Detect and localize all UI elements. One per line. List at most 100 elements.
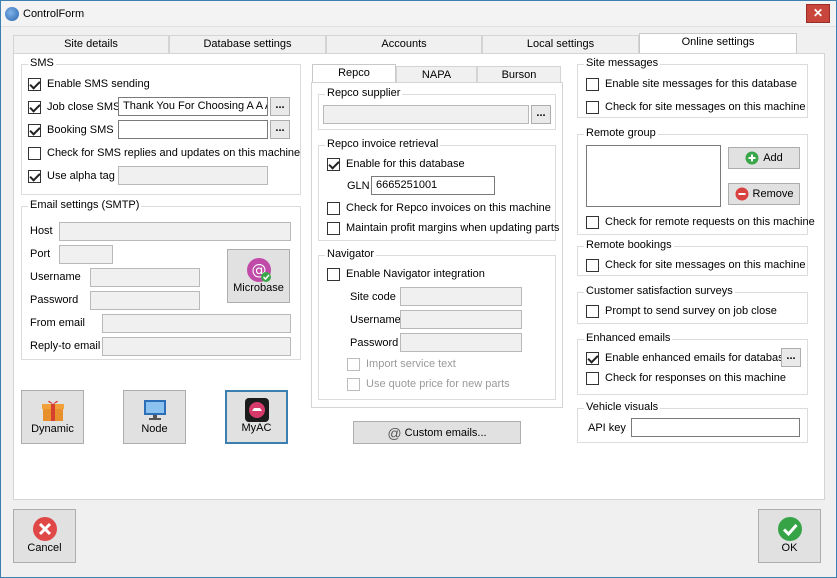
microbase-icon: @ xyxy=(247,258,271,282)
checkbox-box xyxy=(586,304,599,318)
checkbox-label: Check for site messages on this machine xyxy=(605,101,806,113)
remote-bookings-checkbox[interactable]: Check for site messages on this machine xyxy=(586,258,806,272)
remote-group-title: Remote group xyxy=(584,127,658,139)
checkbox-label: Use quote price for new parts xyxy=(366,378,510,390)
remove-icon xyxy=(735,187,749,201)
custom-emails-button[interactable]: @ Custom emails... xyxy=(353,421,521,444)
port-field[interactable] xyxy=(59,245,113,264)
monitor-icon xyxy=(144,400,166,420)
checkbox-label: Import service text xyxy=(366,358,456,370)
repco-invoice-group: Repco invoice retrieval Enable for this … xyxy=(318,138,559,241)
repco-check-invoices-checkbox[interactable]: Check for Repco invoices on this machine xyxy=(327,201,551,215)
from-email-field[interactable] xyxy=(102,314,291,333)
gln-field[interactable]: 6665251001 xyxy=(371,176,495,195)
remote-bookings-group: Remote bookings Check for site messages … xyxy=(577,239,808,276)
host-label: Host xyxy=(30,225,53,237)
email-group-title: Email settings (SMTP) xyxy=(28,199,142,211)
alpha-tag-field[interactable] xyxy=(118,166,268,185)
navigator-enable-checkbox[interactable]: Enable Navigator integration xyxy=(327,267,485,281)
app-icon xyxy=(5,7,19,21)
surveys-group: Customer satisfaction surveys Prompt to … xyxy=(577,285,808,324)
remote-requests-checkbox[interactable]: Check for remote requests on this machin… xyxy=(586,215,815,229)
microbase-button[interactable]: @ Microbase xyxy=(227,249,290,303)
myac-label: MyAC xyxy=(241,422,272,434)
remote-group-list[interactable] xyxy=(586,145,721,207)
checkbox-label: Enable for this database xyxy=(346,158,465,170)
repco-enable-db-checkbox[interactable]: Enable for this database xyxy=(327,157,465,171)
repco-maintain-margins-checkbox[interactable]: Maintain profit margins when updating pa… xyxy=(327,221,559,235)
cancel-button[interactable]: Cancel xyxy=(13,509,76,563)
remote-bookings-title: Remote bookings xyxy=(584,239,674,251)
myac-button[interactable]: MyAC xyxy=(225,390,288,444)
checkbox-label: Check for site messages on this machine xyxy=(605,259,806,271)
site-messages-check-checkbox[interactable]: Check for site messages on this machine xyxy=(586,100,806,114)
add-button[interactable]: Add xyxy=(728,147,800,169)
gln-label: GLN xyxy=(347,180,370,192)
alpha-tag-checkbox[interactable]: Use alpha tag xyxy=(28,169,115,183)
close-button[interactable]: ✕ xyxy=(806,4,830,23)
enable-sms-checkbox[interactable]: Enable SMS sending xyxy=(28,77,150,91)
tab-burson[interactable]: Burson xyxy=(477,66,561,83)
tab-database-settings[interactable]: Database settings xyxy=(169,35,326,53)
navigator-password-field[interactable] xyxy=(400,333,522,352)
checkbox-label: Enable site messages for this database xyxy=(605,78,798,90)
job-close-sms-field[interactable]: Thank You For Choosing A A Au xyxy=(118,97,268,116)
checkbox-label: Enable enhanced emails for database xyxy=(605,352,790,364)
checkbox-box xyxy=(347,357,360,371)
checkbox-box xyxy=(586,77,599,91)
gift-icon xyxy=(42,400,64,421)
tab-accounts[interactable]: Accounts xyxy=(326,35,482,53)
checkbox-label: Check for Repco invoices on this machine xyxy=(346,202,551,214)
checkbox-box xyxy=(28,77,41,91)
checkbox-box xyxy=(28,123,41,137)
repco-supplier-browse-button[interactable]: ... xyxy=(531,105,551,124)
password-label: Password xyxy=(30,294,79,306)
dynamic-label: Dynamic xyxy=(31,423,74,435)
window: ControlForm ✕ Site details Database sett… xyxy=(0,0,837,578)
ok-button[interactable]: OK xyxy=(758,509,821,563)
node-label: Node xyxy=(141,423,168,435)
checkbox-box xyxy=(327,267,340,281)
site-messages-enable-checkbox[interactable]: Enable site messages for this database xyxy=(586,77,797,91)
navigator-username-field[interactable] xyxy=(400,310,522,329)
enhanced-enable-checkbox[interactable]: Enable enhanced emails for database xyxy=(586,351,790,365)
job-close-sms-checkbox[interactable]: Job close SMS xyxy=(28,100,120,114)
host-field[interactable] xyxy=(59,222,291,241)
import-service-checkbox[interactable]: Import service text xyxy=(347,357,456,371)
reply-to-email-field[interactable] xyxy=(102,337,291,356)
dynamic-button[interactable]: Dynamic xyxy=(21,390,84,444)
tab-online-settings[interactable]: Online settings xyxy=(639,33,797,54)
sms-group: SMS Enable SMS sending Job close SMS Tha… xyxy=(21,57,301,195)
api-key-field[interactable] xyxy=(631,418,800,437)
password-field[interactable] xyxy=(90,291,200,310)
tab-local-settings[interactable]: Local settings xyxy=(482,35,639,53)
survey-prompt-checkbox[interactable]: Prompt to send survey on job close xyxy=(586,304,777,318)
remove-button[interactable]: Remove xyxy=(728,183,800,205)
enhanced-check-checkbox[interactable]: Check for responses on this machine xyxy=(586,371,786,385)
port-label: Port xyxy=(30,248,51,260)
node-button[interactable]: Node xyxy=(123,390,186,444)
tab-napa[interactable]: NAPA xyxy=(396,66,477,83)
enhanced-emails-more-button[interactable]: ... xyxy=(781,348,801,367)
booking-sms-field[interactable] xyxy=(118,120,268,139)
tab-site-details[interactable]: Site details xyxy=(13,35,169,53)
site-messages-title: Site messages xyxy=(584,57,661,69)
enhanced-emails-title: Enhanced emails xyxy=(584,332,673,344)
booking-sms-checkbox[interactable]: Booking SMS xyxy=(28,123,114,137)
navigator-password-label: Password xyxy=(350,337,399,349)
vehicle-visuals-title: Vehicle visuals xyxy=(584,401,661,413)
site-messages-group: Site messages Enable site messages for t… xyxy=(577,57,808,118)
microbase-label: Microbase xyxy=(233,282,284,294)
tab-repco[interactable]: Repco xyxy=(312,64,396,83)
title-bar: ControlForm ✕ xyxy=(1,1,836,27)
window-title: ControlForm xyxy=(23,8,85,20)
quote-price-checkbox[interactable]: Use quote price for new parts xyxy=(347,377,510,391)
sms-replies-checkbox[interactable]: Check for SMS replies and updates on thi… xyxy=(28,146,300,160)
username-field[interactable] xyxy=(90,268,200,287)
repco-supplier-title: Repco supplier xyxy=(325,87,403,99)
site-code-field[interactable] xyxy=(400,287,522,306)
job-close-sms-browse-button[interactable]: ... xyxy=(270,97,290,116)
checkbox-label: Check for SMS replies and updates on thi… xyxy=(47,147,301,159)
booking-sms-browse-button[interactable]: ... xyxy=(270,120,290,139)
repco-supplier-field[interactable] xyxy=(323,105,529,124)
